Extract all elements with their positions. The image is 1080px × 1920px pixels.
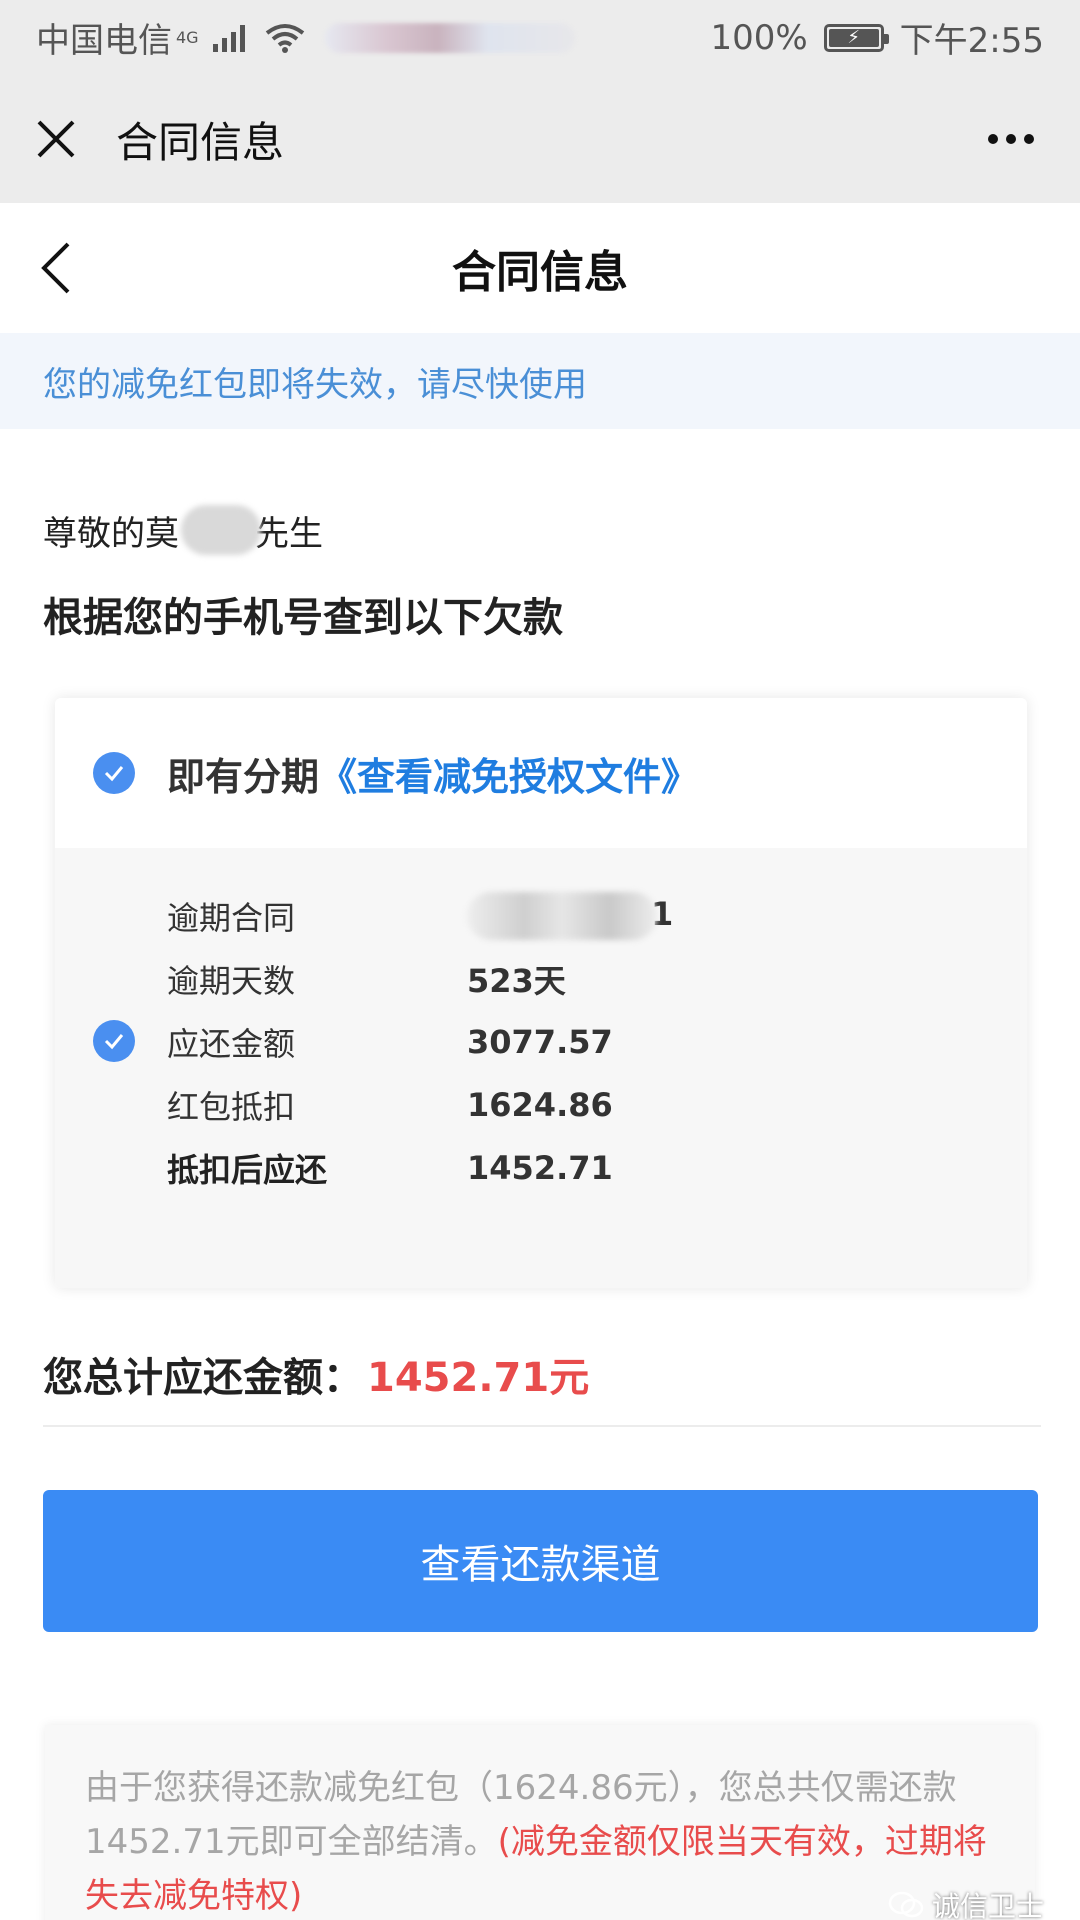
row-value: 523天 — [467, 961, 566, 1000]
expiry-notice: 您的减免红包即将失效，请尽快使用 — [0, 333, 1080, 429]
wifi-icon — [265, 23, 304, 53]
row-value: 3077.57 — [467, 1022, 613, 1061]
card-details: 逾期合同 1 逾期天数 523天 应还金额 3077.57 红包抵扣 1624.… — [55, 848, 1027, 1288]
name-blur — [181, 505, 261, 555]
detail-row-contract: 逾期合同 1 — [55, 884, 1027, 947]
row-label: 逾期天数 — [167, 961, 296, 1000]
row-label: 应还金额 — [167, 1024, 296, 1063]
signal-icon — [212, 24, 245, 52]
debt-card: 即有分期 《查看减免授权文件》 逾期合同 1 逾期天数 523天 应还金额 30… — [55, 698, 1027, 1288]
check-icon[interactable] — [93, 752, 135, 794]
greeting: 尊敬的莫 先生 — [43, 505, 323, 555]
watermark-text: 诚信卫士 — [931, 1890, 1044, 1920]
page-header: 合同信息 — [0, 203, 1080, 333]
blurred-notification — [324, 22, 575, 53]
webview-title: 合同信息 — [116, 117, 285, 167]
divider — [43, 1425, 1041, 1427]
battery-icon: ⚡ — [823, 23, 889, 52]
detail-row-amount-due: 应还金额 3077.57 — [55, 1010, 1027, 1073]
total-amount: 1452.71元 — [367, 1355, 590, 1401]
row-value: 1624.86 — [467, 1085, 613, 1124]
carrier-label: 中国电信 — [36, 21, 172, 61]
status-bar: 中国电信 4G 100% ⚡ 下午2:55 — [0, 0, 1080, 75]
debt-subtitle: 根据您的手机号查到以下欠款 — [43, 595, 563, 641]
detail-row-days: 逾期天数 523天 — [55, 947, 1027, 1010]
wechat-icon — [888, 1891, 924, 1918]
battery-percent: 100% — [710, 17, 808, 58]
back-icon[interactable] — [36, 238, 76, 298]
clock: 下午2:55 — [899, 21, 1044, 61]
total-label: 您总计应还金额： — [43, 1355, 363, 1401]
view-repayment-channels-button[interactable]: 查看还款渠道 — [43, 1490, 1038, 1632]
row-value: 1452.71 — [467, 1148, 613, 1187]
check-icon[interactable] — [93, 1020, 135, 1062]
detail-row-redpacket: 红包抵扣 1624.86 — [55, 1073, 1027, 1136]
contract-blur — [467, 891, 657, 940]
card-header: 即有分期 《查看减免授权文件》 — [55, 698, 1027, 848]
network-type: 4G — [176, 28, 199, 47]
greeting-suffix: 先生 — [255, 513, 323, 554]
close-icon[interactable] — [36, 119, 76, 159]
webview-bar: 合同信息 — [0, 75, 1080, 203]
total-due: 您总计应还金额： 1452.71元 — [43, 1345, 589, 1403]
greeting-prefix: 尊敬的莫 — [43, 513, 179, 554]
row-value: 1 — [467, 891, 673, 940]
watermark: 诚信卫士 — [888, 1885, 1044, 1920]
authorization-doc-link[interactable]: 《查看减免授权文件》 — [319, 746, 699, 801]
more-icon[interactable] — [988, 134, 1034, 144]
product-name: 即有分期 — [167, 754, 320, 799]
row-label: 抵扣后应还 — [167, 1150, 328, 1189]
row-label: 逾期合同 — [167, 898, 296, 937]
page-title: 合同信息 — [452, 247, 628, 298]
discount-note: 由于您获得还款减免红包（1624.86元），您总共仅需还款1452.71元即可全… — [45, 1725, 1035, 1920]
detail-row-after-deduction: 抵扣后应还 1452.71 — [55, 1136, 1027, 1199]
row-label: 红包抵扣 — [167, 1087, 296, 1126]
